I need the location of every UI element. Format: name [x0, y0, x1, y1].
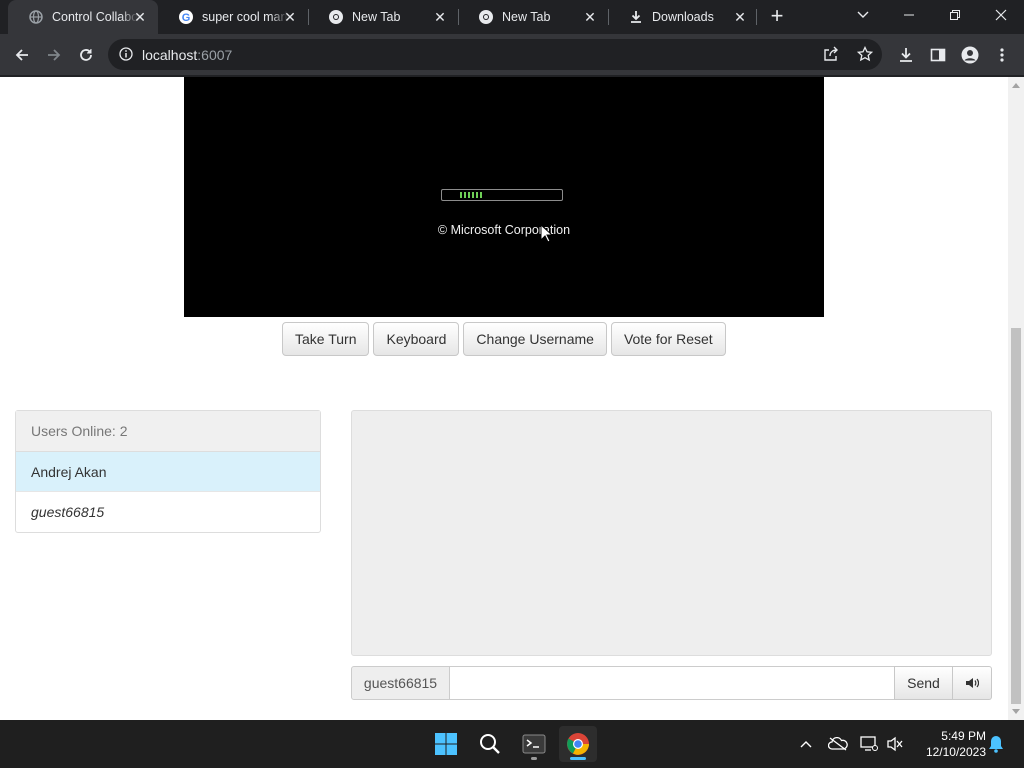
chat-log	[351, 410, 992, 656]
minimize-icon[interactable]	[886, 0, 932, 30]
url-text: localhost:6007	[142, 47, 232, 63]
tab-new-tab-2[interactable]: New Tab ✕	[458, 0, 608, 34]
tab-title: New Tab	[502, 10, 551, 24]
svg-text:G: G	[182, 12, 191, 24]
user-list-item[interactable]: guest66815	[16, 492, 320, 532]
forward-icon[interactable]	[41, 42, 67, 68]
clock-date: 12/10/2023	[925, 745, 986, 759]
speaker-toggle-button[interactable]	[953, 666, 992, 700]
boot-bar-segment	[476, 192, 478, 198]
tab-strip: Control Collaborative ✕ G super cool mar…	[0, 0, 1024, 34]
change-username-button[interactable]: Change Username	[463, 322, 607, 356]
tab-title: Downloads	[652, 10, 714, 24]
boot-progress-bar	[441, 189, 563, 201]
vm-display[interactable]: © Microsoft Corporation	[184, 77, 824, 317]
terminal-icon[interactable]	[515, 726, 553, 762]
users-online-panel: Users Online: 2 Andrej Akan guest66815	[15, 410, 321, 533]
address-bar[interactable]: localhost:6007	[108, 39, 882, 70]
notification-bell-icon[interactable]	[986, 734, 1006, 754]
start-windows-icon[interactable]	[427, 726, 465, 762]
menu-kebab-icon[interactable]	[989, 42, 1015, 68]
taskbar-clock[interactable]: 5:49 PM 12/10/2023	[912, 728, 986, 760]
boot-bar-segment	[468, 192, 470, 198]
google-icon: G	[178, 9, 194, 25]
user-list-item[interactable]: Andrej Akan	[16, 452, 320, 492]
users-online-header: Users Online: 2	[16, 411, 320, 452]
volume-muted-icon[interactable]	[885, 734, 905, 754]
scrollbar-thumb[interactable]	[1011, 328, 1021, 704]
onedrive-offline-icon[interactable]	[828, 734, 848, 754]
tab-search-icon[interactable]	[840, 0, 886, 30]
boot-bar-segment	[464, 192, 466, 198]
tab-title: Control Collaborative	[52, 10, 138, 24]
speaker-icon	[966, 678, 979, 688]
vote-reset-button[interactable]: Vote for Reset	[610, 322, 726, 356]
chat-message-input[interactable]	[450, 666, 894, 700]
app-running-indicator	[531, 757, 537, 760]
downloads-icon[interactable]	[893, 42, 919, 68]
reload-icon[interactable]	[73, 42, 99, 68]
close-tab-icon[interactable]: ✕	[582, 9, 598, 25]
boot-bar-segment	[460, 192, 462, 198]
browser-toolbar: localhost:6007	[0, 34, 1024, 76]
send-button[interactable]: Send	[894, 666, 953, 700]
close-window-icon[interactable]	[978, 0, 1024, 30]
share-icon[interactable]	[823, 46, 839, 67]
tab-title: super cool marketplace	[202, 10, 288, 24]
chat-username-label: guest66815	[351, 666, 450, 700]
globe-icon	[28, 9, 44, 25]
mouse-cursor-icon	[540, 224, 552, 243]
chrome-taskbar-icon[interactable]	[559, 726, 597, 762]
tab-title: New Tab	[352, 10, 401, 24]
scroll-down-icon[interactable]	[1012, 709, 1020, 714]
tab-control-collaborative[interactable]: Control Collaborative ✕	[8, 0, 158, 34]
tab-separator	[756, 9, 757, 25]
boot-bar-segment	[480, 192, 482, 198]
close-tab-icon[interactable]: ✕	[432, 9, 448, 25]
close-tab-icon[interactable]: ✕	[132, 9, 148, 25]
chrome-icon	[478, 9, 494, 25]
chat-input-bar: guest66815 Send	[351, 666, 992, 700]
url-port: :6007	[197, 47, 233, 63]
windows-taskbar: 5:49 PM 12/10/2023	[0, 720, 1024, 768]
search-icon[interactable]	[471, 726, 509, 762]
info-icon[interactable]	[119, 47, 133, 66]
network-icon[interactable]	[859, 734, 879, 754]
restore-icon[interactable]	[932, 0, 978, 30]
profile-icon[interactable]	[957, 42, 983, 68]
tab-new-tab-1[interactable]: New Tab ✕	[308, 0, 458, 34]
url-host: localhost	[142, 47, 198, 63]
clock-time: 5:49 PM	[941, 729, 986, 743]
download-icon	[628, 9, 644, 25]
boot-bar-segment	[472, 192, 474, 198]
take-turn-button[interactable]: Take Turn	[282, 322, 370, 356]
tray-overflow-icon[interactable]	[796, 734, 816, 754]
bookmark-star-icon[interactable]	[856, 45, 874, 67]
copyright-text: © Microsoft Corporation	[437, 223, 571, 237]
chrome-icon	[328, 9, 344, 25]
keyboard-button[interactable]: Keyboard	[373, 322, 460, 356]
close-tab-icon[interactable]: ✕	[282, 9, 298, 25]
page-viewport: © Microsoft Corporation Take Turn Keyboa…	[0, 77, 1008, 720]
new-tab-button[interactable]: +	[766, 5, 788, 28]
close-tab-icon[interactable]: ✕	[732, 9, 748, 25]
side-panel-icon[interactable]	[925, 42, 951, 68]
tab-marketplace[interactable]: G super cool marketplace ✕	[158, 0, 308, 34]
vm-controls: Take Turn Keyboard Change Username Vote …	[282, 322, 726, 356]
app-active-indicator	[570, 757, 586, 760]
scroll-up-icon[interactable]	[1012, 83, 1020, 88]
back-icon[interactable]	[9, 42, 35, 68]
tab-downloads[interactable]: Downloads ✕	[608, 0, 758, 34]
page-scrollbar[interactable]	[1008, 77, 1024, 720]
